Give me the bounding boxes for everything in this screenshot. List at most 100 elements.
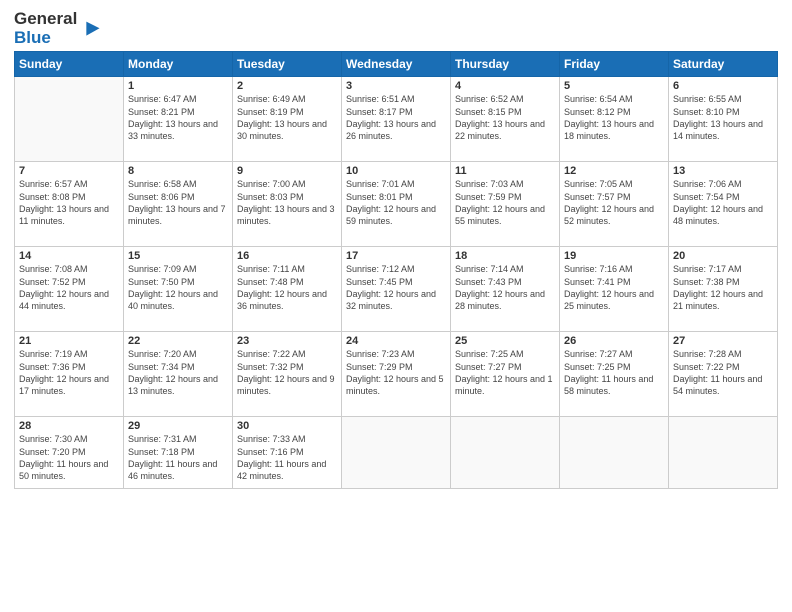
day-info: Sunrise: 6:51 AM Sunset: 8:17 PM Dayligh… — [346, 93, 446, 142]
day-number: 8 — [128, 165, 228, 177]
calendar-header-wednesday: Wednesday — [342, 52, 451, 77]
day-number: 6 — [673, 80, 773, 92]
calendar-header-sunday: Sunday — [15, 52, 124, 77]
day-info: Sunrise: 7:28 AM Sunset: 7:22 PM Dayligh… — [673, 348, 773, 397]
calendar: SundayMondayTuesdayWednesdayThursdayFrid… — [14, 51, 778, 489]
day-number: 13 — [673, 165, 773, 177]
calendar-cell: 23Sunrise: 7:22 AM Sunset: 7:32 PM Dayli… — [233, 332, 342, 417]
calendar-cell — [560, 417, 669, 489]
day-number: 26 — [564, 335, 664, 347]
calendar-cell: 4Sunrise: 6:52 AM Sunset: 8:15 PM Daylig… — [451, 77, 560, 162]
day-number: 27 — [673, 335, 773, 347]
calendar-cell: 5Sunrise: 6:54 AM Sunset: 8:12 PM Daylig… — [560, 77, 669, 162]
day-number: 19 — [564, 250, 664, 262]
day-number: 28 — [19, 420, 119, 432]
day-number: 15 — [128, 250, 228, 262]
calendar-cell: 3Sunrise: 6:51 AM Sunset: 8:17 PM Daylig… — [342, 77, 451, 162]
calendar-cell: 8Sunrise: 6:58 AM Sunset: 8:06 PM Daylig… — [124, 162, 233, 247]
day-info: Sunrise: 7:03 AM Sunset: 7:59 PM Dayligh… — [455, 178, 555, 227]
day-number: 16 — [237, 250, 337, 262]
calendar-cell: 14Sunrise: 7:08 AM Sunset: 7:52 PM Dayli… — [15, 247, 124, 332]
calendar-cell — [451, 417, 560, 489]
calendar-cell: 19Sunrise: 7:16 AM Sunset: 7:41 PM Dayli… — [560, 247, 669, 332]
calendar-cell: 7Sunrise: 6:57 AM Sunset: 8:08 PM Daylig… — [15, 162, 124, 247]
calendar-cell: 20Sunrise: 7:17 AM Sunset: 7:38 PM Dayli… — [669, 247, 778, 332]
day-number: 29 — [128, 420, 228, 432]
day-info: Sunrise: 7:05 AM Sunset: 7:57 PM Dayligh… — [564, 178, 664, 227]
day-number: 25 — [455, 335, 555, 347]
calendar-header-row: SundayMondayTuesdayWednesdayThursdayFrid… — [15, 52, 778, 77]
day-info: Sunrise: 7:19 AM Sunset: 7:36 PM Dayligh… — [19, 348, 119, 397]
day-number: 17 — [346, 250, 446, 262]
calendar-cell — [342, 417, 451, 489]
day-info: Sunrise: 6:54 AM Sunset: 8:12 PM Dayligh… — [564, 93, 664, 142]
calendar-cell: 15Sunrise: 7:09 AM Sunset: 7:50 PM Dayli… — [124, 247, 233, 332]
day-info: Sunrise: 7:17 AM Sunset: 7:38 PM Dayligh… — [673, 263, 773, 312]
calendar-cell: 10Sunrise: 7:01 AM Sunset: 8:01 PM Dayli… — [342, 162, 451, 247]
day-number: 21 — [19, 335, 119, 347]
day-info: Sunrise: 7:22 AM Sunset: 7:32 PM Dayligh… — [237, 348, 337, 397]
day-info: Sunrise: 7:11 AM Sunset: 7:48 PM Dayligh… — [237, 263, 337, 312]
calendar-header-monday: Monday — [124, 52, 233, 77]
logo-icon — [79, 18, 101, 40]
day-number: 11 — [455, 165, 555, 177]
day-number: 4 — [455, 80, 555, 92]
calendar-cell: 6Sunrise: 6:55 AM Sunset: 8:10 PM Daylig… — [669, 77, 778, 162]
day-info: Sunrise: 6:57 AM Sunset: 8:08 PM Dayligh… — [19, 178, 119, 227]
calendar-cell: 27Sunrise: 7:28 AM Sunset: 7:22 PM Dayli… — [669, 332, 778, 417]
calendar-header-friday: Friday — [560, 52, 669, 77]
day-info: Sunrise: 7:08 AM Sunset: 7:52 PM Dayligh… — [19, 263, 119, 312]
day-number: 2 — [237, 80, 337, 92]
day-info: Sunrise: 6:52 AM Sunset: 8:15 PM Dayligh… — [455, 93, 555, 142]
day-number: 18 — [455, 250, 555, 262]
calendar-cell: 28Sunrise: 7:30 AM Sunset: 7:20 PM Dayli… — [15, 417, 124, 489]
calendar-cell: 1Sunrise: 6:47 AM Sunset: 8:21 PM Daylig… — [124, 77, 233, 162]
calendar-cell: 11Sunrise: 7:03 AM Sunset: 7:59 PM Dayli… — [451, 162, 560, 247]
day-number: 9 — [237, 165, 337, 177]
day-info: Sunrise: 7:16 AM Sunset: 7:41 PM Dayligh… — [564, 263, 664, 312]
calendar-cell: 29Sunrise: 7:31 AM Sunset: 7:18 PM Dayli… — [124, 417, 233, 489]
day-info: Sunrise: 7:20 AM Sunset: 7:34 PM Dayligh… — [128, 348, 228, 397]
day-info: Sunrise: 7:14 AM Sunset: 7:43 PM Dayligh… — [455, 263, 555, 312]
day-info: Sunrise: 7:25 AM Sunset: 7:27 PM Dayligh… — [455, 348, 555, 397]
calendar-cell — [669, 417, 778, 489]
calendar-cell: 22Sunrise: 7:20 AM Sunset: 7:34 PM Dayli… — [124, 332, 233, 417]
day-number: 3 — [346, 80, 446, 92]
day-info: Sunrise: 7:30 AM Sunset: 7:20 PM Dayligh… — [19, 433, 119, 482]
day-number: 7 — [19, 165, 119, 177]
calendar-cell: 17Sunrise: 7:12 AM Sunset: 7:45 PM Dayli… — [342, 247, 451, 332]
day-info: Sunrise: 7:06 AM Sunset: 7:54 PM Dayligh… — [673, 178, 773, 227]
day-info: Sunrise: 7:27 AM Sunset: 7:25 PM Dayligh… — [564, 348, 664, 397]
calendar-cell: 25Sunrise: 7:25 AM Sunset: 7:27 PM Dayli… — [451, 332, 560, 417]
calendar-cell: 2Sunrise: 6:49 AM Sunset: 8:19 PM Daylig… — [233, 77, 342, 162]
day-number: 20 — [673, 250, 773, 262]
calendar-header-saturday: Saturday — [669, 52, 778, 77]
day-info: Sunrise: 7:09 AM Sunset: 7:50 PM Dayligh… — [128, 263, 228, 312]
day-number: 23 — [237, 335, 337, 347]
day-info: Sunrise: 6:55 AM Sunset: 8:10 PM Dayligh… — [673, 93, 773, 142]
day-number: 5 — [564, 80, 664, 92]
day-info: Sunrise: 6:58 AM Sunset: 8:06 PM Dayligh… — [128, 178, 228, 227]
logo-blue: Blue — [14, 29, 77, 48]
day-info: Sunrise: 7:31 AM Sunset: 7:18 PM Dayligh… — [128, 433, 228, 482]
calendar-cell: 21Sunrise: 7:19 AM Sunset: 7:36 PM Dayli… — [15, 332, 124, 417]
calendar-header-thursday: Thursday — [451, 52, 560, 77]
calendar-cell: 16Sunrise: 7:11 AM Sunset: 7:48 PM Dayli… — [233, 247, 342, 332]
day-info: Sunrise: 6:47 AM Sunset: 8:21 PM Dayligh… — [128, 93, 228, 142]
calendar-cell: 18Sunrise: 7:14 AM Sunset: 7:43 PM Dayli… — [451, 247, 560, 332]
logo-general: General — [14, 10, 77, 29]
calendar-cell: 13Sunrise: 7:06 AM Sunset: 7:54 PM Dayli… — [669, 162, 778, 247]
day-info: Sunrise: 7:01 AM Sunset: 8:01 PM Dayligh… — [346, 178, 446, 227]
day-number: 22 — [128, 335, 228, 347]
calendar-cell: 30Sunrise: 7:33 AM Sunset: 7:16 PM Dayli… — [233, 417, 342, 489]
day-number: 10 — [346, 165, 446, 177]
calendar-header-tuesday: Tuesday — [233, 52, 342, 77]
calendar-cell: 12Sunrise: 7:05 AM Sunset: 7:57 PM Dayli… — [560, 162, 669, 247]
day-number: 14 — [19, 250, 119, 262]
day-number: 1 — [128, 80, 228, 92]
calendar-cell: 9Sunrise: 7:00 AM Sunset: 8:03 PM Daylig… — [233, 162, 342, 247]
calendar-cell: 24Sunrise: 7:23 AM Sunset: 7:29 PM Dayli… — [342, 332, 451, 417]
day-info: Sunrise: 6:49 AM Sunset: 8:19 PM Dayligh… — [237, 93, 337, 142]
day-info: Sunrise: 7:23 AM Sunset: 7:29 PM Dayligh… — [346, 348, 446, 397]
day-number: 24 — [346, 335, 446, 347]
